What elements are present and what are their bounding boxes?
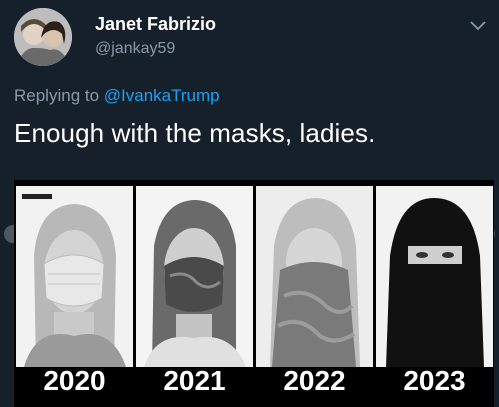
avatar-image — [14, 8, 72, 66]
media-panel-2020 — [16, 186, 133, 367]
avatar[interactable] — [14, 8, 72, 66]
woman-niqab-image — [376, 186, 493, 367]
tweet-text: Enough with the masks, ladies. — [14, 118, 376, 148]
woman-cloth-mask-image — [136, 186, 253, 367]
media-panel-2021 — [136, 186, 253, 367]
year-label-2021: 2021 — [163, 365, 226, 396]
chevron-down-icon[interactable] — [469, 18, 487, 32]
user-handle[interactable]: @jankay59 — [95, 40, 175, 58]
media-panel-2023 — [376, 186, 493, 367]
media-panel-2022 — [256, 186, 373, 367]
reply-prefix: Replying to — [14, 86, 104, 105]
reply-context: Replying to @IvankaTrump — [14, 86, 220, 106]
year-label-2022: 2022 — [283, 365, 346, 396]
year-label-2023: 2023 — [403, 365, 466, 396]
woman-gaiter-mask-image — [256, 186, 373, 367]
user-name[interactable]: Janet Fabrizio — [95, 14, 216, 35]
reply-mention-link[interactable]: @IvankaTrump — [104, 86, 220, 105]
year-label-2020: 2020 — [43, 365, 106, 396]
tweet-media[interactable]: 2020 2021 2022 2023 — [14, 180, 494, 407]
girl-surgical-mask-image — [16, 186, 133, 367]
